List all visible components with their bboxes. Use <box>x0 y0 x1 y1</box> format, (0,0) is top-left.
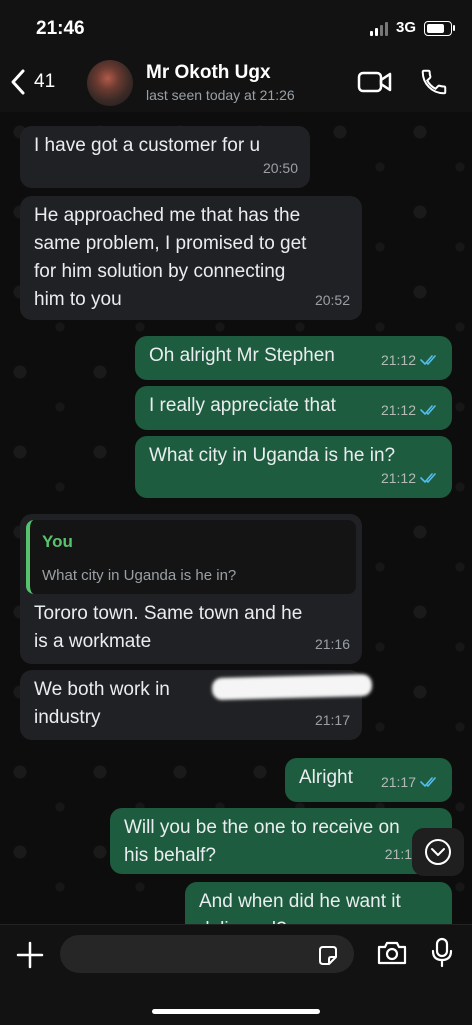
message-line: same problem, I promised to get <box>34 233 307 254</box>
camera-icon[interactable] <box>376 939 408 967</box>
message-line: And when did he want it <box>199 891 401 912</box>
battery-nub <box>453 25 455 31</box>
home-indicator <box>152 1009 320 1014</box>
signal-icon <box>370 22 388 36</box>
avatar[interactable] <box>87 60 133 106</box>
sticker-icon[interactable] <box>316 944 340 968</box>
status-time: 21:46 <box>36 18 85 39</box>
message-line: industry <box>34 707 101 728</box>
message-time: 21:16 <box>314 636 350 652</box>
battery-icon <box>424 21 452 36</box>
message-incoming[interactable]: He approached me that has the same probl… <box>20 196 362 320</box>
message-line: for him solution by connecting <box>34 261 286 282</box>
network-label: 3G <box>396 19 417 36</box>
plus-icon[interactable] <box>16 941 44 969</box>
chevron-down-icon <box>425 839 451 865</box>
back-button[interactable]: 41 <box>10 68 55 96</box>
read-ticks-icon <box>420 405 436 416</box>
contact-name[interactable]: Mr Okoth Ugx <box>146 62 271 84</box>
message-text: I have got a customer for u <box>34 135 261 156</box>
back-chevron-icon <box>11 69 25 95</box>
message-incoming[interactable]: I have got a customer for u 20:50 <box>20 126 310 188</box>
redaction-mark <box>211 673 373 701</box>
message-list[interactable]: I have got a customer for u 20:50 He app… <box>0 112 472 924</box>
message-outgoing[interactable]: Will you be the one to receive on his be… <box>110 808 452 874</box>
message-outgoing[interactable]: I really appreciate that 21:12 <box>135 386 452 430</box>
message-time: 21:12 <box>380 402 416 418</box>
quote-author: You <box>42 532 73 551</box>
message-outgoing[interactable]: And when did he want it delivered? <box>185 882 452 924</box>
read-ticks-icon <box>420 777 436 788</box>
quote-text: What city in Uganda is he in? <box>42 567 237 584</box>
microphone-icon[interactable] <box>430 937 454 969</box>
read-ticks-icon <box>420 473 436 484</box>
message-time: 20:52 <box>314 292 350 308</box>
composer-bar <box>0 924 472 1025</box>
message-line: He approached me that has the <box>34 205 301 226</box>
message-time: 21:12 <box>380 352 416 368</box>
message-incoming-reply[interactable]: You What city in Uganda is he in? Tororo… <box>20 514 362 664</box>
message-input[interactable] <box>60 935 354 973</box>
quoted-message[interactable]: You What city in Uganda is he in? <box>26 520 356 594</box>
message-time: 21:17 <box>380 774 416 790</box>
unread-count: 41 <box>34 71 56 92</box>
message-outgoing[interactable]: What city in Uganda is he in? 21:12 <box>135 436 452 498</box>
video-call-icon[interactable] <box>357 68 393 96</box>
message-line: Will you be the one to receive on <box>124 817 400 838</box>
message-incoming[interactable]: We both work in industry 21:17 <box>20 670 373 740</box>
message-line: Tororo town. Same town and he <box>34 603 303 624</box>
message-line: delivered? <box>199 916 438 924</box>
message-time: 20:50 <box>262 160 298 176</box>
chat-header: 41 Mr Okoth Ugx last seen today at 21:26 <box>0 56 472 113</box>
message-time: 21:1 <box>384 846 412 862</box>
read-ticks-icon <box>420 355 436 366</box>
message-time: 21:17 <box>314 712 350 728</box>
phone-icon[interactable] <box>419 67 449 97</box>
message-time: 21:12 <box>380 470 416 486</box>
status-bar: 21:46 3G <box>0 0 472 56</box>
last-seen: last seen today at 21:26 <box>146 87 295 103</box>
message-line: him to you <box>34 289 122 310</box>
message-line: is a workmate <box>34 631 152 652</box>
scroll-to-bottom-button[interactable] <box>412 828 464 876</box>
message-outgoing[interactable]: Oh alright Mr Stephen 21:12 <box>135 336 452 380</box>
message-outgoing[interactable]: Alright 21:17 <box>285 758 452 802</box>
